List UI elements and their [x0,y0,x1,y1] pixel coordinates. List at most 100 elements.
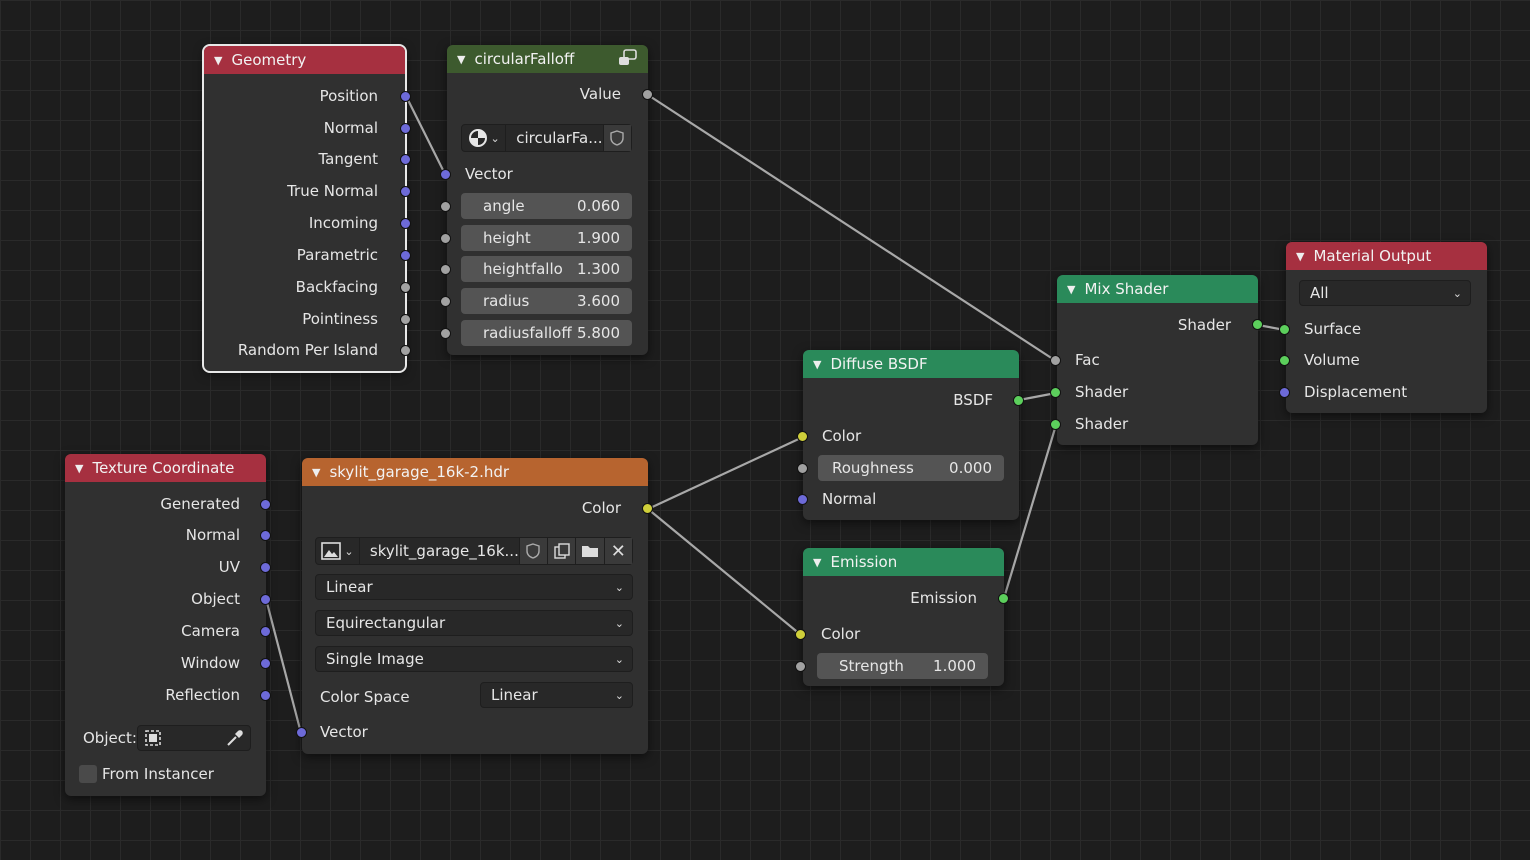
output-uv-socket[interactable] [260,562,271,573]
link-color-emission [646,507,803,637]
interpolation-dropdown[interactable]: Linear ⌄ [315,574,633,600]
output-position-socket[interactable] [400,91,411,102]
target-dropdown[interactable]: All ⌄ [1299,280,1471,306]
collapse-triangle-icon[interactable]: ▼ [312,466,320,479]
input-color-socket[interactable] [795,629,806,640]
output-normal-socket[interactable] [260,530,271,541]
collapse-triangle-icon[interactable]: ▼ [457,53,465,66]
script-type-icon[interactable]: ⌄ [462,125,505,151]
radius-value: 3.600 [577,292,620,310]
open-folder-icon[interactable] [575,538,604,564]
input-vector-socket[interactable] [440,169,451,180]
material-output-node[interactable]: ▼ Material Output All ⌄ Surface Volume D… [1279,242,1487,413]
collapse-triangle-icon[interactable]: ▼ [75,462,83,475]
input-normal-socket[interactable] [797,494,808,505]
input-color-socket[interactable] [797,431,808,442]
source-dropdown[interactable]: Single Image ⌄ [315,646,633,672]
output-shader-socket[interactable] [1252,319,1263,330]
emission-node[interactable]: ▼ Emission Emission Color Strength 1.000 [795,548,1009,686]
link-color-diffuse [646,435,805,511]
input-surface-label: Surface [1304,320,1362,338]
script-selector[interactable]: ⌄ circularFa... [461,124,632,152]
input-radiusfalloff-socket[interactable] [440,328,451,339]
input-shader2-socket[interactable] [1050,419,1061,430]
input-heightfalloff-socket[interactable] [440,264,451,275]
height-field[interactable]: height 1.900 [461,225,632,251]
mix-shader-node-header[interactable]: ▼ Mix Shader [1057,275,1258,303]
chevron-down-icon: ⌄ [614,616,624,630]
from-instancer-checkbox[interactable] [79,765,97,783]
output-color-socket[interactable] [642,503,653,514]
height-label: height [483,229,531,247]
collapse-triangle-icon[interactable]: ▼ [1067,283,1075,296]
output-value-socket[interactable] [642,89,653,100]
strength-field[interactable]: Strength 1.000 [817,653,988,679]
image-selector[interactable]: ⌄ skylit_garage_16k... ✕ [315,537,633,565]
output-bsdf-socket[interactable] [1013,395,1024,406]
diffuse-bsdf-node-header[interactable]: ▼ Diffuse BSDF [803,350,1019,378]
angle-field[interactable]: angle 0.060 [461,193,632,219]
close-icon[interactable]: ✕ [603,538,632,564]
texture-coordinate-node[interactable]: ▼ Texture Coordinate Generated Normal UV… [65,454,271,796]
duplicate-icon[interactable] [547,538,576,564]
material-output-node-header[interactable]: ▼ Material Output [1286,242,1487,270]
eyedropper-icon[interactable] [220,729,250,747]
input-angle-socket[interactable] [440,201,451,212]
input-strength-socket[interactable] [795,661,806,672]
output-window-socket[interactable] [260,658,271,669]
output-backfacing-socket[interactable] [400,282,411,293]
mix-shader-node[interactable]: ▼ Mix Shader Shader Fac Shader Shader [1050,275,1263,445]
height-value: 1.900 [577,229,620,247]
heightfalloff-field[interactable]: heightfallo 1.300 [461,256,632,282]
fake-user-shield-icon[interactable] [602,125,631,151]
collapse-triangle-icon[interactable]: ▼ [813,556,821,569]
output-object-socket[interactable] [260,594,271,605]
output-reflection-socket[interactable] [260,690,271,701]
output-reflection-label: Reflection [165,686,240,704]
output-incoming-socket[interactable] [400,218,411,229]
output-normal-socket[interactable] [400,123,411,134]
input-surface-socket[interactable] [1279,324,1290,335]
input-height-socket[interactable] [440,233,451,244]
fake-user-shield-icon[interactable] [518,538,548,564]
radius-label: radius [483,292,530,310]
output-true-normal-socket[interactable] [400,186,411,197]
image-texture-node[interactable]: ▼ skylit_garage_16k-2.hdr Color ⌄ skylit… [296,458,653,754]
image-texture-node-header[interactable]: ▼ skylit_garage_16k-2.hdr [302,458,648,486]
output-tangent-socket[interactable] [400,154,411,165]
output-parametric-socket[interactable] [400,250,411,261]
collapse-triangle-icon[interactable]: ▼ [813,358,821,371]
output-emission-socket[interactable] [998,593,1009,604]
script-name-field[interactable]: circularFa... [505,125,603,151]
colorspace-dropdown[interactable]: Linear ⌄ [480,682,633,708]
radius-field[interactable]: radius 3.600 [461,288,632,314]
input-roughness-socket[interactable] [797,463,808,474]
image-name-field[interactable]: skylit_garage_16k... [358,538,519,564]
radiusfalloff-field[interactable]: radiusfalloff 5.800 [461,320,632,346]
output-camera-socket[interactable] [260,626,271,637]
input-shader1-socket[interactable] [1050,387,1061,398]
input-displacement-socket[interactable] [1279,387,1290,398]
roughness-field[interactable]: Roughness 0.000 [818,455,1004,481]
image-type-icon[interactable]: ⌄ [316,542,359,560]
output-pointiness-socket[interactable] [400,314,411,325]
circular-falloff-node-header[interactable]: ▼ circularFalloff [447,45,648,73]
emission-node-header[interactable]: ▼ Emission [803,548,1004,576]
input-volume-label: Volume [1304,351,1360,369]
input-fac-socket[interactable] [1050,355,1061,366]
output-generated-socket[interactable] [260,499,271,510]
input-vector-socket[interactable] [296,727,307,738]
projection-dropdown[interactable]: Equirectangular ⌄ [315,610,633,636]
input-volume-socket[interactable] [1279,355,1290,366]
texture-coordinate-node-header[interactable]: ▼ Texture Coordinate [65,454,266,482]
input-radius-socket[interactable] [440,296,451,307]
diffuse-bsdf-node[interactable]: ▼ Diffuse BSDF BSDF Color Roughness 0.00… [797,350,1024,520]
output-random-per-island-socket[interactable] [400,345,411,356]
script-update-icon[interactable] [618,49,638,67]
object-picker[interactable] [137,725,251,751]
geometry-node[interactable]: ▼ Geometry Position Normal Tangent True … [202,44,411,373]
collapse-triangle-icon[interactable]: ▼ [1296,250,1304,263]
circular-falloff-node[interactable]: ▼ circularFalloff Value ⌄ circularFa... … [440,45,653,355]
geometry-node-header[interactable]: ▼ Geometry [204,46,405,74]
collapse-triangle-icon[interactable]: ▼ [214,54,222,67]
